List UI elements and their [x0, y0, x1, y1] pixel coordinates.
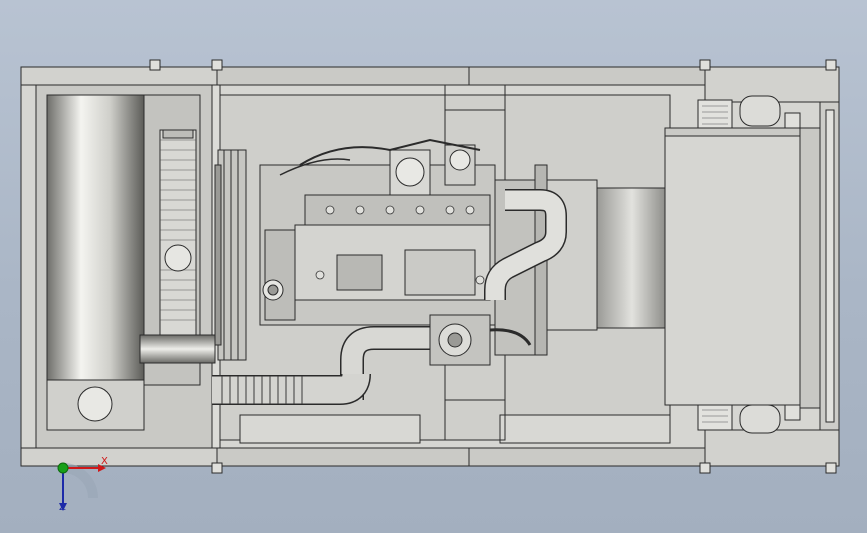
cooling-fan	[214, 149, 247, 361]
alternator	[664, 112, 821, 421]
triad-x-label: X	[101, 456, 108, 467]
cad-viewport[interactable]: X Z	[0, 0, 867, 533]
triad-z-label: Z	[59, 502, 66, 513]
engine-block	[259, 138, 496, 326]
generator-top-view-drawing	[20, 59, 840, 511]
